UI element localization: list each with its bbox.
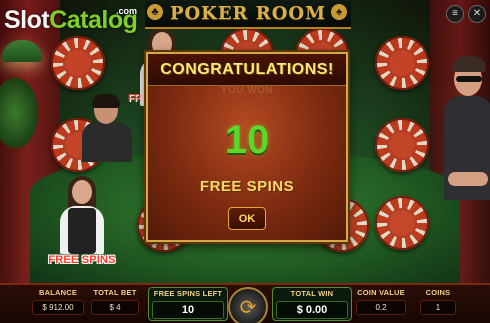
total-win-stat: TOTAL WIN $ 0.00 xyxy=(272,287,352,321)
coins-value[interactable]: 1 xyxy=(420,300,456,315)
watermark-logo: SlotCatalog .com xyxy=(4,6,138,35)
free-spins-left-value: 10 xyxy=(152,301,224,319)
ok-button[interactable]: OK xyxy=(228,207,266,230)
total-win-value: $ 0.00 xyxy=(276,301,348,319)
total-bet-value[interactable]: $ 4 xyxy=(91,300,139,315)
player-man-symbol xyxy=(78,94,136,162)
coin-value-label: COIN VALUE xyxy=(357,288,405,297)
watermark-tld: .com xyxy=(116,6,138,16)
coins-label: COINS xyxy=(425,288,451,297)
total-win-label: TOTAL WIN xyxy=(290,289,334,298)
free-spins-symbol-label: FREE SPINS xyxy=(48,254,116,266)
chip-symbol xyxy=(51,36,105,90)
menu-icon[interactable]: ≡ xyxy=(446,5,464,23)
popup-heading: CONGRATULATIONS! xyxy=(160,60,334,78)
balance-label: BALANCE xyxy=(38,288,78,297)
spade-icon: ♠ xyxy=(331,4,347,20)
spin-button[interactable]: ⟳ xyxy=(228,287,268,323)
game-title-bar: POKER ROOM xyxy=(145,0,351,29)
game-title: POKER ROOM xyxy=(169,3,327,24)
you-won-label: YOU WON xyxy=(220,85,274,96)
coin-value-value[interactable]: 0.2 xyxy=(356,300,406,315)
background-plant xyxy=(0,78,38,148)
chip-symbol xyxy=(375,118,429,172)
prize-label: FREE SPINS xyxy=(199,178,295,195)
free-spins-left-label: FREE SPINS LEFT xyxy=(153,289,223,298)
won-amount: 10 xyxy=(224,118,270,162)
chip-symbol xyxy=(375,196,429,250)
watermark-slot: Slot xyxy=(4,6,50,34)
game-screen: FR FREE SPINS POKER ROOM ♣ ♠ ≡ ✕ SlotCat… xyxy=(0,0,490,323)
close-icon[interactable]: ✕ xyxy=(468,5,486,23)
total-bet-stat[interactable]: TOTAL BET $ 4 xyxy=(91,288,139,315)
free-spins-scatter-symbol xyxy=(52,176,112,254)
coin-value-stat[interactable]: COIN VALUE 0.2 xyxy=(356,288,406,315)
balance-value: $ 912.00 xyxy=(32,300,84,315)
club-icon: ♣ xyxy=(147,4,163,20)
coins-stat[interactable]: COINS 1 xyxy=(420,288,456,315)
background-player xyxy=(440,52,490,202)
free-spins-left-stat: FREE SPINS LEFT 10 xyxy=(148,287,228,321)
spin-icon: ⟳ xyxy=(239,296,257,319)
total-bet-label: TOTAL BET xyxy=(93,288,137,297)
chip-symbol xyxy=(375,36,429,90)
popup-header: CONGRATULATIONS! xyxy=(148,54,346,86)
balance-stat: BALANCE $ 912.00 xyxy=(32,288,84,315)
win-popup: CONGRATULATIONS! YOU WON 10 FREE SPINS O… xyxy=(146,52,348,242)
